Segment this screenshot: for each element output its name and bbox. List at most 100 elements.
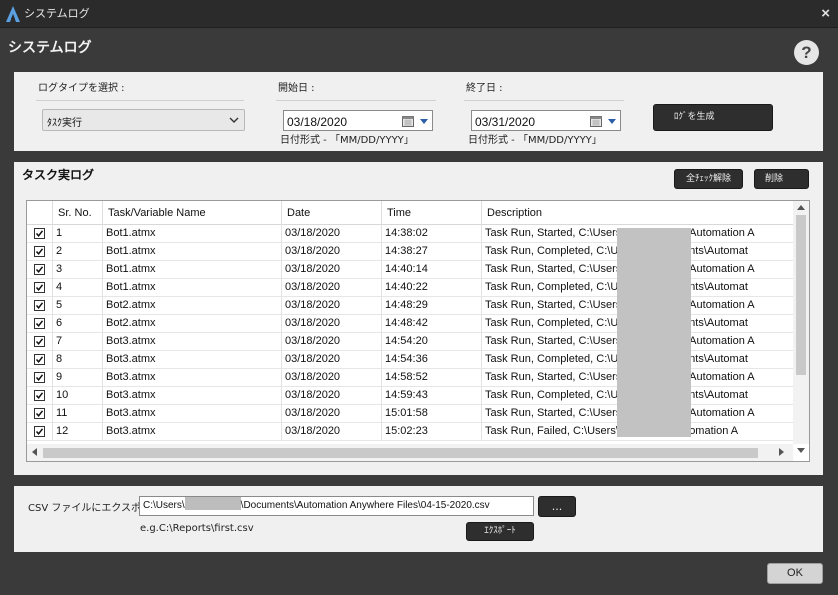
cell-checkbox <box>27 243 53 261</box>
cell-time: 14:40:22 <box>382 279 482 297</box>
scroll-down-icon[interactable] <box>797 448 805 453</box>
cell-sr-no: 12 <box>53 423 103 441</box>
calendar-icon[interactable] <box>402 115 414 127</box>
vertical-scrollbar[interactable] <box>793 201 809 444</box>
task-log-panel: タスク実ログ 全ﾁｪｯｸ解除 削除 Sr. No. Task/Variable … <box>14 162 823 475</box>
checkmark-icon <box>35 320 44 327</box>
dropdown-arrow-icon[interactable] <box>420 119 428 124</box>
generate-log-button[interactable]: ﾛｸﾞを生成 <box>653 104 773 131</box>
calendar-icon[interactable] <box>590 115 602 127</box>
help-icon[interactable]: ? <box>794 40 819 65</box>
cell-checkbox <box>27 405 53 423</box>
cell-checkbox <box>27 423 53 441</box>
row-checkbox[interactable] <box>34 318 45 329</box>
checkmark-icon <box>35 302 44 309</box>
end-date-value: 03/31/2020 <box>475 115 536 129</box>
cell-task-name: Bot3.atmx <box>103 387 282 405</box>
cell-task-name: Bot1.atmx <box>103 243 282 261</box>
cell-time: 14:38:02 <box>382 225 482 243</box>
log-type-value: ﾀｽｸ実行 <box>47 118 82 129</box>
cell-date: 03/18/2020 <box>282 369 382 387</box>
close-icon[interactable]: × <box>821 5 830 22</box>
export-label: CSV ファイルにエクスポ : <box>28 503 148 514</box>
cell-sr-no: 1 <box>53 225 103 243</box>
end-date-field[interactable]: 03/31/2020 <box>471 110 621 131</box>
browse-button[interactable]: ... <box>538 496 576 517</box>
cell-time: 14:40:14 <box>382 261 482 279</box>
export-example: e.g.C:\Reports\first.csv <box>140 523 254 534</box>
scroll-up-icon[interactable] <box>797 205 805 210</box>
cell-checkbox <box>27 387 53 405</box>
cell-task-name: Bot3.atmx <box>103 369 282 387</box>
ok-button[interactable]: OK <box>767 563 823 584</box>
scroll-left-icon[interactable] <box>32 448 37 456</box>
row-checkbox[interactable] <box>34 408 45 419</box>
divider <box>36 100 244 101</box>
start-date-field[interactable]: 03/18/2020 <box>283 110 433 131</box>
cell-sr-no: 10 <box>53 387 103 405</box>
cell-checkbox <box>27 315 53 333</box>
column-header-sr-no[interactable]: Sr. No. <box>53 201 103 225</box>
column-header-task[interactable]: Task/Variable Name <box>103 201 282 225</box>
row-checkbox[interactable] <box>34 228 45 239</box>
checkmark-icon <box>35 374 44 381</box>
start-date-label: 開始日 : <box>278 83 315 94</box>
cell-date: 03/18/2020 <box>282 351 382 369</box>
dropdown-arrow-icon[interactable] <box>608 119 616 124</box>
vertical-scroll-thumb[interactable] <box>796 215 806 375</box>
cell-time: 14:48:29 <box>382 297 482 315</box>
scroll-right-icon[interactable] <box>779 448 784 456</box>
redacted-block <box>617 228 691 437</box>
cell-date: 03/18/2020 <box>282 297 382 315</box>
export-button[interactable]: ｴｸｽﾎﾟｰﾄ <box>466 522 534 541</box>
cell-sr-no: 7 <box>53 333 103 351</box>
row-checkbox[interactable] <box>34 246 45 257</box>
cell-checkbox <box>27 351 53 369</box>
column-header-time[interactable]: Time <box>382 201 482 225</box>
row-checkbox[interactable] <box>34 282 45 293</box>
column-header-description[interactable]: Description <box>482 201 793 225</box>
cell-sr-no: 6 <box>53 315 103 333</box>
cell-date: 03/18/2020 <box>282 225 382 243</box>
end-date-label: 終了日 : <box>466 83 503 94</box>
column-header-checkbox <box>27 201 53 225</box>
table-header: Sr. No. Task/Variable Name Date Time Des… <box>27 201 793 225</box>
horizontal-scroll-thumb[interactable] <box>43 448 758 458</box>
cell-date: 03/18/2020 <box>282 243 382 261</box>
horizontal-scrollbar[interactable] <box>27 444 793 461</box>
row-checkbox[interactable] <box>34 390 45 401</box>
column-header-date[interactable]: Date <box>282 201 382 225</box>
row-checkbox[interactable] <box>34 426 45 437</box>
delete-button[interactable]: 削除 <box>754 169 809 189</box>
export-path-input[interactable]: C:\Users\ \Documents\Automation Anywhere … <box>139 496 534 516</box>
row-checkbox[interactable] <box>34 336 45 347</box>
log-table: Sr. No. Task/Variable Name Date Time Des… <box>26 200 810 462</box>
checkmark-icon <box>35 266 44 273</box>
row-checkbox[interactable] <box>34 354 45 365</box>
cell-checkbox <box>27 279 53 297</box>
end-date-format: 日付形式 - 「MM/DD/YYYY」 <box>468 135 602 146</box>
task-log-title: タスク実ログ <box>22 168 95 182</box>
cell-date: 03/18/2020 <box>282 261 382 279</box>
export-path-suffix: \Documents\Automation Anywhere Files\04-… <box>240 500 490 511</box>
row-checkbox[interactable] <box>34 264 45 275</box>
uncheck-all-button[interactable]: 全ﾁｪｯｸ解除 <box>674 169 743 189</box>
row-checkbox[interactable] <box>34 300 45 311</box>
cell-sr-no: 9 <box>53 369 103 387</box>
checkmark-icon <box>35 428 44 435</box>
cell-sr-no: 8 <box>53 351 103 369</box>
checkmark-icon <box>35 392 44 399</box>
checkmark-icon <box>35 410 44 417</box>
export-path-prefix: C:\Users\ <box>143 500 185 511</box>
cell-task-name: Bot1.atmx <box>103 279 282 297</box>
cell-task-name: Bot3.atmx <box>103 405 282 423</box>
cell-time: 14:54:20 <box>382 333 482 351</box>
log-type-select[interactable]: ﾀｽｸ実行 <box>42 109 245 131</box>
log-type-label: ログタイプを選択 : <box>38 83 125 94</box>
cell-time: 15:02:23 <box>382 423 482 441</box>
cell-checkbox <box>27 261 53 279</box>
cell-time: 14:54:36 <box>382 351 482 369</box>
cell-checkbox <box>27 297 53 315</box>
row-checkbox[interactable] <box>34 372 45 383</box>
checkmark-icon <box>35 356 44 363</box>
